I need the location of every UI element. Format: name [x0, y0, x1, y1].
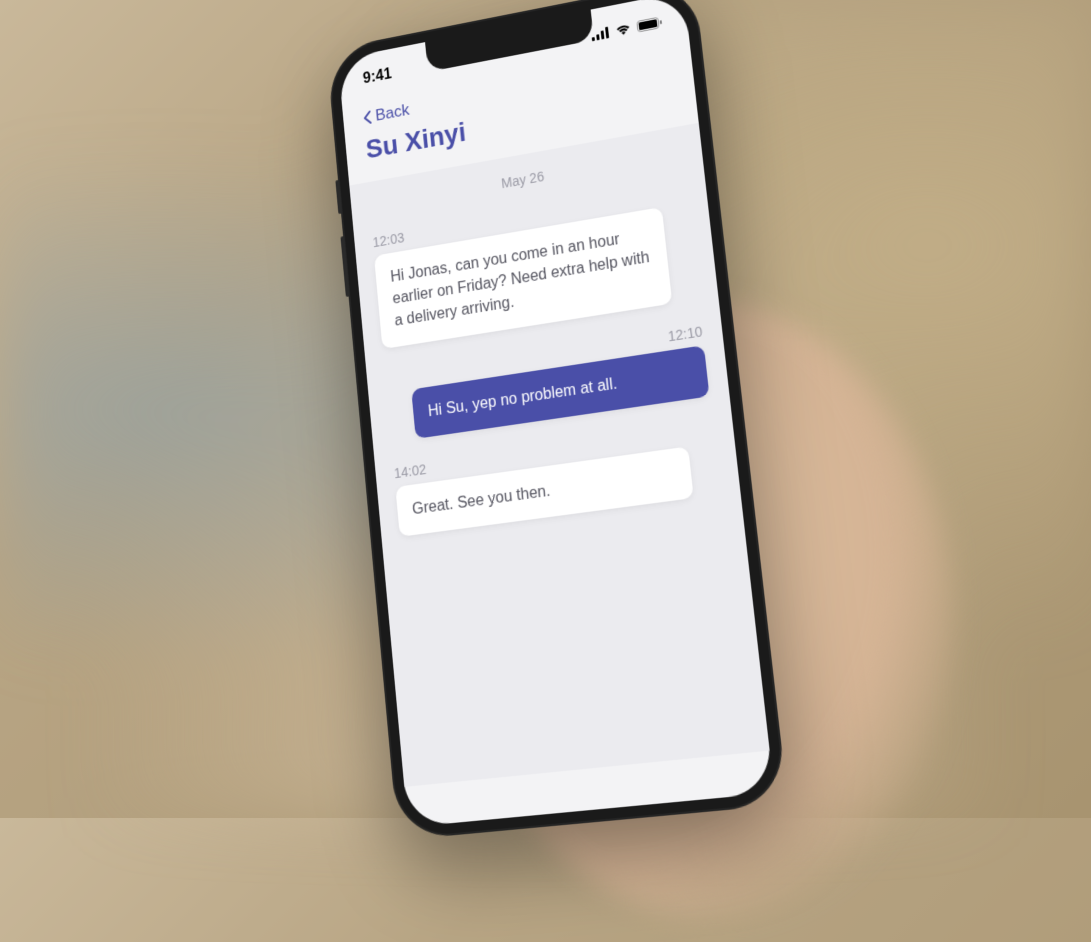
back-label: Back — [374, 100, 410, 125]
message-group: 14:02 Great. See you then. — [393, 420, 720, 537]
battery-icon — [636, 16, 662, 32]
phone-screen: 9:41 Bac — [337, 0, 774, 827]
message-group: 12:03 Hi Jonas, can you come in an hour … — [372, 181, 699, 349]
chevron-left-icon — [362, 109, 372, 126]
cellular-signal-icon — [590, 26, 609, 41]
back-button[interactable]: Back — [362, 100, 410, 127]
status-time: 9:41 — [362, 66, 392, 88]
wifi-icon — [614, 22, 631, 37]
chat-body[interactable]: May 26 12:03 Hi Jonas, can you come in a… — [349, 123, 769, 787]
status-icons — [590, 16, 662, 41]
